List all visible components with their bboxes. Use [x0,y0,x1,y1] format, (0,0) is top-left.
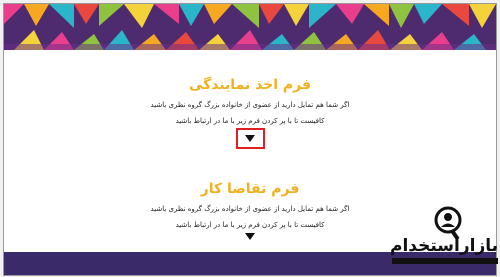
watermark-logo-text: بازاراستخدام [389,236,498,256]
geometric-pattern [4,4,496,50]
watermark-logo-underline [392,258,498,264]
dealership-form-line2: کافیست تا با پر کردن فرم زیر با ما در ار… [175,117,325,125]
highlight-annotation-box [236,128,265,149]
job-application-form-title: فرم تقاضا کار [200,181,300,197]
header-banner [4,4,496,50]
dealership-form-line1: اگر شما هم تمایل دارید از عضوی از خانواد… [150,101,350,109]
triangle-down-icon [245,233,255,240]
dealership-form-section: فرم اخذ نمایندگی اگر شما هم تمایل دارید … [4,76,496,129]
dealership-form-text: اگر شما هم تمایل دارید از عضوی از خانواد… [4,97,496,129]
job-application-form-line2: کافیست تا با پر کردن فرم زیر با ما در ار… [175,221,325,229]
job-application-form-text: اگر شما هم تمایل دارید از عضوی از خانواد… [4,201,496,233]
job-application-form-expand-button[interactable] [245,233,255,241]
dealership-form-title: فرم اخذ نمایندگی [188,77,312,93]
job-application-form-section: فرم تقاضا کار اگر شما هم تمایل دارید از … [4,180,496,233]
job-application-form-line1: اگر شما هم تمایل دارید از عضوی از خانواد… [150,205,350,213]
